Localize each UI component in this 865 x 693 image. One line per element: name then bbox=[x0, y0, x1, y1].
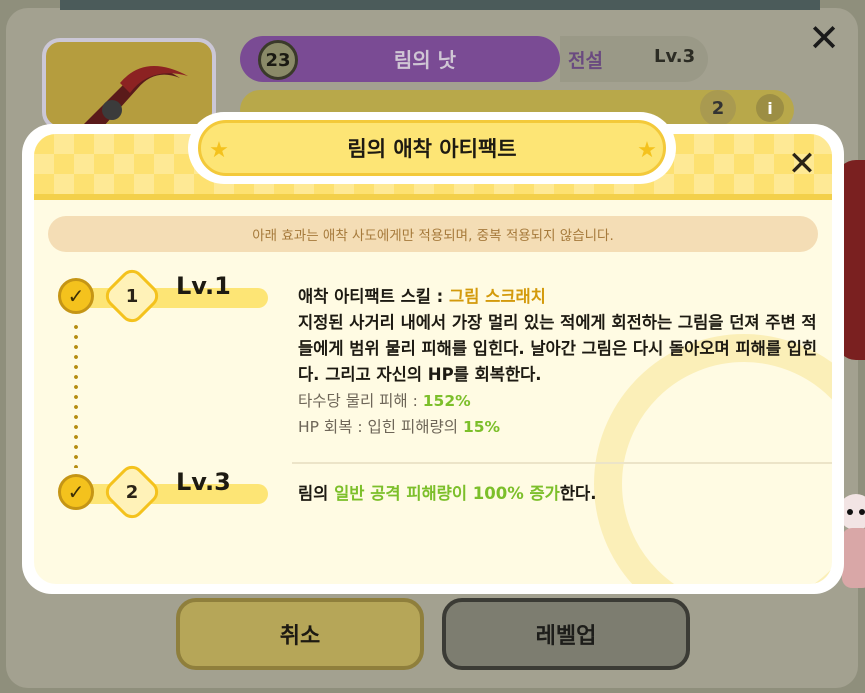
modal-title: 림의 애착 아티팩트 bbox=[198, 120, 666, 176]
stat-damage: 타수당 물리 피해 : 152% bbox=[298, 388, 828, 414]
level-up-button[interactable]: 레벨업 bbox=[442, 598, 690, 670]
check-icon: ✓ bbox=[58, 278, 94, 314]
skill-line: 애착 아티팩트 스킬 : 그림 스크래치 bbox=[298, 284, 828, 310]
stat-heal-value: 15% bbox=[462, 418, 501, 436]
divider bbox=[292, 462, 832, 464]
skill-prefix: 애착 아티팩트 스킬 : bbox=[298, 287, 450, 306]
modal-close-icon[interactable]: ✕ bbox=[784, 146, 820, 182]
level-label: Lv.1 bbox=[176, 272, 231, 300]
top-band bbox=[60, 0, 820, 10]
stat-heal: HP 회복 : 입힌 피해량의 15% bbox=[298, 414, 828, 440]
rank-label: 전설 bbox=[568, 50, 603, 72]
level-3-suffix: 한다. bbox=[559, 484, 597, 503]
info-icon[interactable]: i bbox=[756, 94, 784, 122]
character-level-badge: 23 bbox=[258, 40, 298, 80]
level-row-2: ✓ 2 Lv.3 bbox=[58, 460, 270, 524]
cancel-button[interactable]: 취소 bbox=[176, 598, 424, 670]
stat-damage-label: 타수당 물리 피해 : bbox=[298, 392, 423, 410]
artifact-card bbox=[42, 38, 216, 130]
level-3-description: 림의 일반 공격 피해량이 100% 증가한다. bbox=[298, 480, 828, 504]
level-row-1: ✓ 1 Lv.1 bbox=[58, 264, 270, 328]
level-3-highlight: 일반 공격 피해량이 100% 증가 bbox=[334, 484, 560, 503]
background-close-icon[interactable]: ✕ bbox=[806, 19, 842, 57]
star-icon: ★ bbox=[637, 138, 657, 163]
level-badge: 2 bbox=[125, 481, 139, 503]
level-3-prefix: 림의 bbox=[298, 484, 335, 503]
star-icon: ★ bbox=[209, 138, 229, 163]
skill-name: 그림 스크래치 bbox=[449, 287, 546, 306]
skill-description: 지정된 사거리 내에서 가장 멀리 있는 적에게 회전하는 그림을 던져 주변 … bbox=[298, 313, 818, 384]
stat-heal-label: HP 회복 : 입힌 피해량의 bbox=[298, 418, 463, 436]
level-1-description: 애착 아티팩트 스킬 : 그림 스크래치 지정된 사거리 내에서 가장 멀리 있… bbox=[298, 284, 828, 440]
attachment-count-badge: 2 bbox=[700, 90, 736, 126]
stat-damage-value: 152% bbox=[422, 392, 471, 410]
level-label: Lv.3 bbox=[176, 468, 231, 496]
artifact-level: Lv.3 bbox=[654, 46, 696, 67]
header-edge bbox=[34, 194, 832, 200]
notice-banner: 아래 효과는 애착 사도에게만 적용되며, 중복 적용되지 않습니다. bbox=[48, 216, 818, 252]
character-name: 림의 낫 bbox=[393, 48, 457, 72]
level-connector bbox=[74, 322, 78, 468]
level-badge: 1 bbox=[125, 285, 139, 307]
check-icon: ✓ bbox=[58, 474, 94, 510]
scythe-icon bbox=[82, 66, 188, 126]
